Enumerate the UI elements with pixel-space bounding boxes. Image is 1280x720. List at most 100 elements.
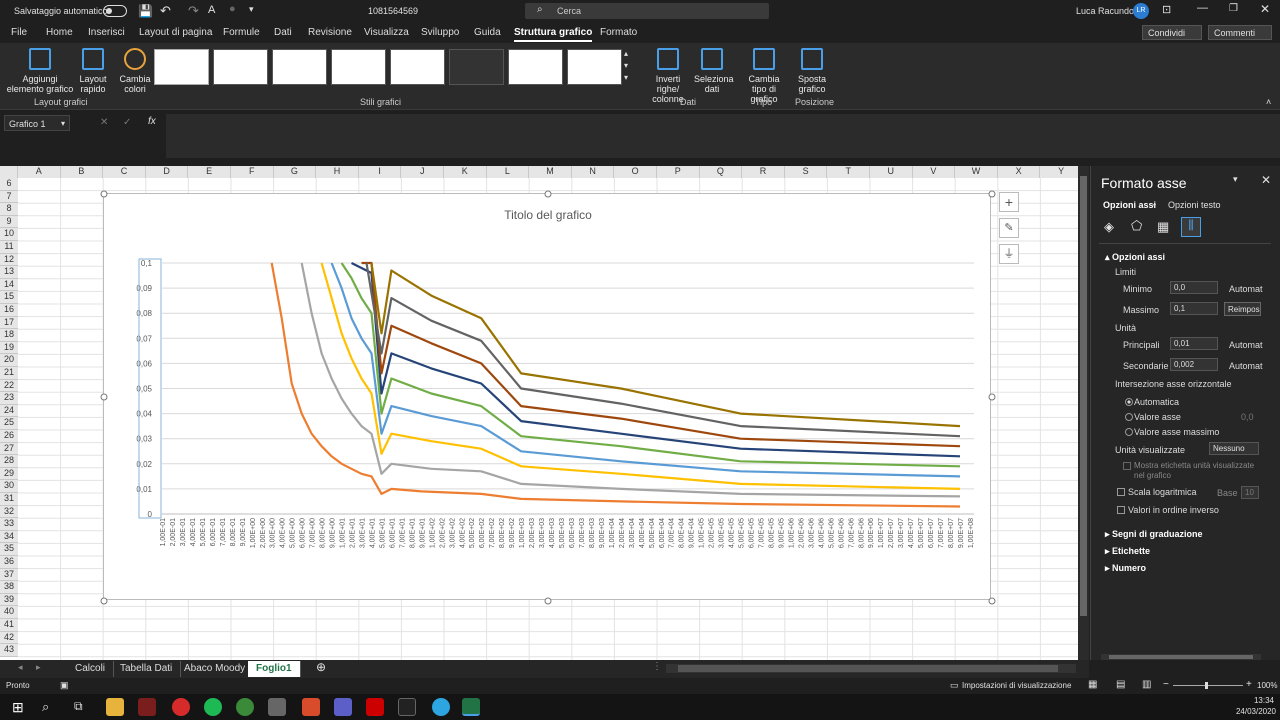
row-header[interactable]: 40	[0, 606, 18, 619]
chart-style-8[interactable]	[567, 49, 622, 85]
zoom-level[interactable]: 100%	[1257, 681, 1277, 690]
base-field[interactable]: 10	[1241, 486, 1259, 499]
horizontal-scrollbar[interactable]	[666, 664, 1076, 673]
name-box[interactable]: Grafico 1 ▾	[4, 115, 70, 131]
tab-split-icon[interactable]: ⋮	[652, 661, 662, 672]
column-header[interactable]: O	[614, 166, 657, 178]
column-header[interactable]: J	[401, 166, 444, 178]
comments-button[interactable]: Commenti	[1208, 25, 1272, 40]
macro-record-icon[interactable]: ▣	[60, 680, 69, 691]
row-header[interactable]: 18	[0, 329, 18, 342]
tab-page-layout[interactable]: Layout di pagina	[139, 27, 212, 38]
task-view-icon[interactable]: ⧉	[74, 699, 83, 714]
row-header[interactable]: 34	[0, 530, 18, 544]
row-header[interactable]: 38	[0, 581, 18, 594]
switch-row-column-button[interactable]: Inverti righe/ colonne	[644, 48, 692, 104]
telegram-icon[interactable]	[432, 698, 450, 716]
save-icon[interactable]: 💾	[138, 4, 153, 18]
teams-icon[interactable]	[334, 698, 352, 716]
radio-automatic[interactable]	[1125, 398, 1133, 406]
row-header[interactable]: 42	[0, 631, 18, 645]
row-header[interactable]: 12	[0, 253, 18, 267]
row-header[interactable]: 24	[0, 404, 18, 418]
function-icon[interactable]: fx	[148, 116, 156, 127]
styles-more-icon[interactable]: ▾	[624, 73, 628, 82]
circle-icon[interactable]: ●	[229, 3, 236, 15]
size-properties-icon[interactable]: ▦	[1157, 219, 1169, 235]
name-box-dropdown-icon[interactable]: ▾	[61, 119, 65, 128]
min-field[interactable]: 0,0	[1170, 281, 1218, 294]
section-number[interactable]: ▸ Numero	[1105, 563, 1146, 574]
row-header[interactable]: 33	[0, 518, 18, 531]
app-icon-2[interactable]	[268, 698, 286, 716]
avatar[interactable]: LR	[1133, 3, 1149, 19]
select-all-corner[interactable]	[0, 166, 18, 178]
styles-scroll-up-icon[interactable]: ▴	[624, 49, 628, 58]
tab-file[interactable]: File	[11, 27, 27, 38]
sheet-tab-tabella-dati[interactable]: Tabella Dati	[112, 661, 182, 677]
section-labels[interactable]: ▸ Etichette	[1105, 546, 1150, 557]
row-header[interactable]: 37	[0, 568, 18, 582]
tab-format[interactable]: Formato	[600, 27, 637, 38]
epic-games-icon[interactable]	[398, 698, 416, 716]
vertical-scrollbar[interactable]	[1078, 166, 1089, 660]
quick-layout-button[interactable]: Layout rapido	[78, 48, 108, 94]
row-header[interactable]: 16	[0, 304, 18, 317]
chart-styles-brush-icon[interactable]: ✎	[999, 218, 1019, 238]
row-header[interactable]: 32	[0, 505, 18, 519]
worksheet-grid[interactable]: ABCDEFGHIJKLMNOPQRSTUVWXY 6 7 8 9 10 11 12 13 14…	[0, 166, 1089, 660]
minor-field[interactable]: 0,002	[1170, 358, 1218, 371]
row-header[interactable]: 35	[0, 543, 18, 556]
cancel-icon[interactable]: ✕	[100, 117, 108, 128]
add-chart-element-button[interactable]: Aggiungi elemento grafico	[4, 48, 76, 94]
column-header[interactable]: M	[529, 166, 572, 178]
enter-icon[interactable]: ✓	[123, 117, 131, 128]
column-header[interactable]: Q	[699, 166, 743, 178]
pane-scrollbar[interactable]	[1101, 654, 1261, 660]
radio-max-value[interactable]	[1125, 428, 1133, 436]
row-header[interactable]: 13	[0, 266, 18, 279]
row-header[interactable]: 22	[0, 379, 18, 393]
formula-input[interactable]	[166, 114, 1280, 158]
display-settings-label[interactable]: Impostazioni di visualizzazione	[962, 681, 1071, 690]
display-units-select[interactable]: Nessuno	[1209, 442, 1259, 455]
restore-icon[interactable]: ❐	[1229, 3, 1238, 14]
autosave-toggle[interactable]	[103, 5, 127, 17]
chart-style-2[interactable]	[213, 49, 268, 85]
acrobat-icon[interactable]	[366, 698, 384, 716]
chart-filters-icon[interactable]: ⏚	[999, 244, 1019, 264]
row-header[interactable]: 29	[0, 467, 18, 481]
column-header[interactable]: Y	[1040, 166, 1083, 178]
ribbon-display-icon[interactable]: ⊡	[1162, 3, 1171, 16]
minimize-icon[interactable]: —	[1197, 2, 1208, 14]
page-layout-view-icon[interactable]: ▤	[1116, 679, 1125, 690]
sheet-tab-abaco-moody[interactable]: Abaco Moody	[176, 661, 255, 677]
row-header[interactable]: 10	[0, 228, 18, 241]
row-header[interactable]: 20	[0, 354, 18, 367]
row-header[interactable]: 36	[0, 556, 18, 569]
axis-options-dropdown-icon[interactable]: ⌄	[1151, 199, 1158, 208]
styles-scroll-down-icon[interactable]: ▾	[624, 61, 628, 70]
chart-style-1[interactable]	[154, 49, 209, 85]
prev-sheet-icon[interactable]: ◂	[18, 662, 23, 673]
fill-line-icon[interactable]: ◈	[1104, 219, 1114, 235]
row-header[interactable]: 7	[0, 190, 18, 204]
axis-value-field[interactable]: 0,0	[1241, 412, 1254, 422]
chart-style-5[interactable]	[390, 49, 445, 85]
max-field[interactable]: 0,1	[1170, 302, 1218, 315]
customize-icon[interactable]: ▾	[249, 4, 254, 15]
close-icon[interactable]: ✕	[1260, 2, 1270, 16]
windows-start-icon[interactable]: ⊞	[12, 699, 24, 716]
row-header[interactable]: 21	[0, 367, 18, 380]
user-name[interactable]: Luca Racundo	[1076, 6, 1134, 16]
max-reset-button[interactable]: Reimpos	[1224, 302, 1261, 316]
axis-options-icon[interactable]: ⫼	[1181, 217, 1201, 237]
column-header[interactable]: N	[571, 166, 615, 178]
column-header[interactable]: D	[145, 166, 189, 178]
row-header[interactable]: 28	[0, 455, 18, 468]
column-header[interactable]: T	[827, 166, 870, 178]
tab-data[interactable]: Dati	[274, 27, 292, 38]
page-break-view-icon[interactable]: ▥	[1142, 679, 1151, 690]
row-header[interactable]: 23	[0, 392, 18, 405]
column-header[interactable]: R	[742, 166, 785, 178]
